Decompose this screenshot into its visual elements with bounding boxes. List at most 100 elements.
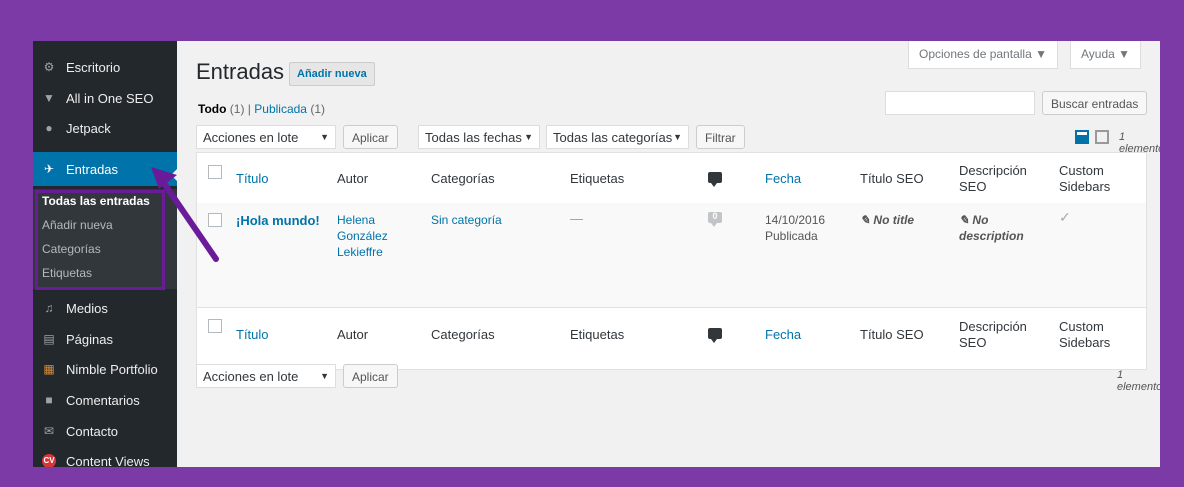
comment-icon [708,328,722,343]
page-title: Entradas [196,59,285,84]
sidebar-item-label: Comentarios [66,392,140,408]
help-button[interactable]: Ayuda ▼ [1070,41,1142,69]
sidebar-item-label: Content Views [66,453,150,468]
admin-sidebar: ⚙ Escritorio ▼ All in One SEO ● Jetpack … [33,41,179,467]
comment-icon [708,172,722,187]
filter-published-count: (1) [310,102,325,116]
category-filter-select[interactable]: Todas las categorías ▼ [546,125,689,149]
mail-icon: ✉ [43,424,55,438]
post-tags: — [570,211,583,226]
media-icon: ♫ [44,301,54,315]
main-content: Opciones de pantalla ▼ Ayuda ▼ Entradas … [177,41,1160,467]
search-input[interactable] [885,91,1035,115]
bulk-actions-value: Acciones en lote [203,130,299,145]
col-custom-sidebars: Custom Sidebars [1059,163,1111,194]
sidebar-item-comentarios[interactable]: ■ Comentarios [33,383,177,417]
col-categories-footer: Categorías [431,327,495,342]
caret-down-icon: ▼ [320,132,329,142]
sidebar-item-label: Medios [66,300,108,316]
col-title-footer[interactable]: Título [236,327,269,342]
comment-icon: ■ [45,393,53,407]
col-tags-footer: Etiquetas [570,327,625,342]
sidebar-item-label: Escritorio [66,59,121,75]
sidebar-item-paginas[interactable]: ▤ Páginas [33,322,177,356]
post-title-link[interactable]: ¡Hola mundo! [236,213,320,228]
search-posts-button[interactable]: Buscar entradas [1042,91,1148,115]
page-icon: ▤ [43,332,55,346]
select-all-checkbox[interactable] [208,165,222,179]
filter-all-count: (1) [229,102,245,116]
sidebar-item-label: All in One SEO [66,90,154,106]
post-status: Publicada [765,229,818,243]
sidebar-item-contacto[interactable]: ✉ Contacto [33,414,177,448]
sidebar-item-all-in-one-seo[interactable]: ▼ All in One SEO [33,81,177,115]
seo-title-text: No title [873,213,915,227]
col-date[interactable]: Fecha [765,171,801,186]
sidebar-item-escritorio[interactable]: ⚙ Escritorio [33,50,177,84]
sidebar-item-entradas[interactable]: ✈ Entradas [33,152,177,186]
col-seo-description-footer: Descripción SEO [959,319,1027,350]
col-title[interactable]: Título [236,171,269,186]
category-filter-value: Todas las categorías [553,130,673,145]
col-author-footer: Autor [337,327,369,342]
jetpack-icon: ● [45,121,53,135]
admin-frame: ⚙ Escritorio ▼ All in One SEO ● Jetpack … [33,41,1160,467]
posts-table: Título Autor Categorías Etiquetas Fecha … [196,152,1147,370]
filter-published-link[interactable]: Publicada [254,102,307,116]
pencil-icon: ✎ [860,213,871,227]
sidebar-item-label: Contacto [66,423,119,439]
post-date: 14/10/2016 [765,213,826,227]
check-icon: ✓ [1059,209,1071,225]
sidebar-item-label: Páginas [66,331,113,347]
filter-button[interactable]: Filtrar [696,125,745,149]
bulk-actions-select[interactable]: Acciones en lote ▼ [196,125,336,149]
caret-down-icon: ▼ [673,132,682,142]
item-count-bottom: 1 elemento [1117,369,1160,393]
sidebar-item-label: Jetpack [66,120,111,136]
table-footer: Título Autor Categorías Etiquetas Fecha … [197,307,1146,370]
filter-all-link[interactable]: Todo [198,102,226,116]
pencil-icon: ✎ [959,213,970,227]
dashboard-icon: ⚙ [43,60,55,74]
entradas-submenu: Todas las entradas Añadir nueva Categorí… [33,189,177,290]
list-view-icon[interactable] [1075,130,1089,144]
col-author: Autor [337,171,369,186]
col-seo-title-footer: Título SEO [860,327,924,342]
sidebar-item-nimble-portfolio[interactable]: ▦ Nimble Portfolio [33,352,177,386]
status-filter-links: Todo (1) | Publicada (1) [198,102,325,116]
bulk-actions-select-bottom[interactable]: Acciones en lote ▼ [196,364,336,388]
apply-button-bottom[interactable]: Aplicar [343,364,398,388]
date-filter-select[interactable]: Todas las fechas ▼ [418,125,540,149]
post-category-link[interactable]: Sin categoría [431,212,502,228]
portfolio-icon: ▦ [43,362,55,376]
row-checkbox[interactable] [208,213,222,227]
col-categories: Categorías [431,171,495,186]
col-date-footer[interactable]: Fecha [765,327,801,342]
bulk-actions-value: Acciones en lote [203,369,299,384]
seo-desc-text: No description [959,213,1024,243]
pin-icon: ✈ [43,162,55,176]
date-filter-value: Todas las fechas [425,130,522,145]
comment-count-icon[interactable]: 0 [708,211,722,227]
add-new-button[interactable]: Añadir nueva [289,62,375,86]
sidebar-item-label: Nimble Portfolio [66,361,158,377]
screen-options-button[interactable]: Opciones de pantalla ▼ [908,41,1058,69]
col-seo-title: Título SEO [860,171,924,186]
col-tags: Etiquetas [570,171,625,186]
table-header: Título Autor Categorías Etiquetas Fecha … [197,153,1146,204]
caret-down-icon: ▼ [320,371,329,381]
col-seo-description: Descripción SEO [959,163,1027,194]
caret-down-icon: ▼ [524,132,533,142]
sidebar-item-jetpack[interactable]: ● Jetpack [33,111,177,145]
sidebar-item-medios[interactable]: ♫ Medios [33,291,177,325]
apply-button[interactable]: Aplicar [343,125,398,149]
excerpt-view-icon[interactable] [1095,130,1109,144]
shield-icon: ▼ [43,91,55,105]
sidebar-item-content-views[interactable]: CV Content Views [33,444,177,467]
separator: | [247,102,251,116]
highlight-box [35,190,165,290]
post-author-link[interactable]: Helena González Lekieffre [337,212,407,260]
select-all-checkbox-bottom[interactable] [208,319,222,333]
col-custom-sidebars-footer: Custom Sidebars [1059,319,1111,350]
table-row: ¡Hola mundo! Helena González Lekieffre S… [197,203,1146,307]
